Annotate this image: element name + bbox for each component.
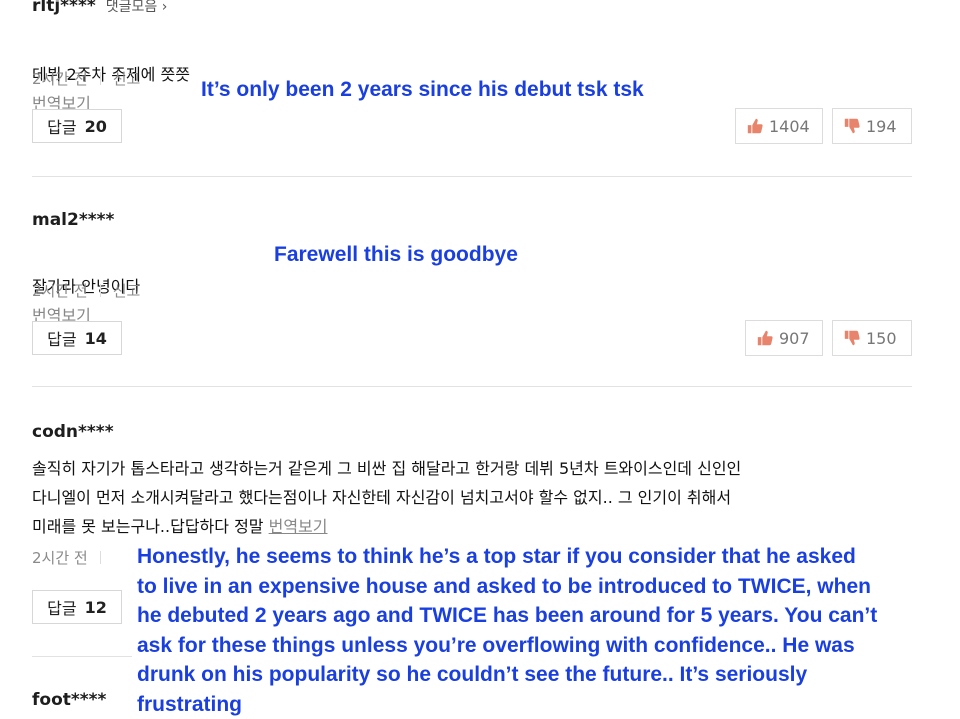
comment-divider xyxy=(32,386,912,387)
thumbs-up-icon xyxy=(747,118,763,134)
thumbs-up-icon xyxy=(757,330,773,346)
like-count: 1404 xyxy=(769,116,810,136)
comment-divider xyxy=(32,656,132,657)
comment-meta: 2시간 전 신고 xyxy=(32,280,140,301)
comment-header: rltj**** 댓글모음 › xyxy=(32,0,167,16)
reply-button[interactable]: 답글 14 xyxy=(32,321,122,355)
reply-count: 20 xyxy=(84,116,107,136)
translation-overlay: Honestly, he seems to think he’s a top s… xyxy=(137,542,937,719)
reply-label: 답글 xyxy=(47,599,77,618)
reply-count: 14 xyxy=(84,328,107,348)
translation-overlay: It’s only been 2 years since his debut t… xyxy=(201,75,644,105)
divider xyxy=(99,551,101,564)
reply-button[interactable]: 답글 20 xyxy=(32,109,122,143)
report-link[interactable]: 신고 xyxy=(113,68,141,89)
reply-label: 답글 xyxy=(47,330,77,349)
dislike-button[interactable]: 194 xyxy=(832,108,912,144)
dislike-count: 150 xyxy=(866,328,897,348)
thumbs-down-icon xyxy=(844,330,860,346)
like-count: 907 xyxy=(779,328,810,348)
comment-text: 솔직히 자기가 톱스타라고 생각하는거 같은게 그 비싼 집 해달라고 한거랑 … xyxy=(32,454,741,541)
comment-collection-link[interactable]: 댓글모음 › xyxy=(106,0,168,16)
username[interactable]: mal2**** xyxy=(32,210,114,230)
timestamp: 2시간 전 xyxy=(32,282,88,300)
timestamp: 2시간 전 xyxy=(32,70,88,88)
like-button[interactable]: 907 xyxy=(745,320,823,356)
translate-link[interactable]: 번역보기 xyxy=(269,517,328,536)
timestamp: 2시간 전 xyxy=(32,549,88,567)
comment-divider xyxy=(32,176,912,177)
username[interactable]: codn**** xyxy=(32,422,114,442)
translation-overlay: Farewell this is goodbye xyxy=(274,240,518,270)
username[interactable]: foot**** xyxy=(32,690,106,710)
dislike-button[interactable]: 150 xyxy=(832,320,912,356)
comment-meta: 2시간 전 xyxy=(32,547,113,568)
reply-button[interactable]: 답글 12 xyxy=(32,590,122,624)
divider xyxy=(99,284,101,297)
dislike-count: 194 xyxy=(866,116,897,136)
report-link[interactable]: 신고 xyxy=(113,280,141,301)
comment-meta: 2시간 전 신고 xyxy=(32,68,140,89)
thumbs-down-icon xyxy=(844,118,860,134)
like-button[interactable]: 1404 xyxy=(735,108,823,144)
divider xyxy=(99,72,101,85)
comment-header: mal2**** xyxy=(32,210,114,230)
username[interactable]: rltj**** xyxy=(32,0,96,16)
reply-count: 12 xyxy=(84,597,107,617)
comment-header: codn**** xyxy=(32,422,114,442)
reply-label: 답글 xyxy=(47,118,77,137)
comment-body: 솔직히 자기가 톱스타라고 생각하는거 같은게 그 비싼 집 해달라고 한거랑 … xyxy=(32,459,742,536)
comment-header: foot**** xyxy=(32,690,106,710)
